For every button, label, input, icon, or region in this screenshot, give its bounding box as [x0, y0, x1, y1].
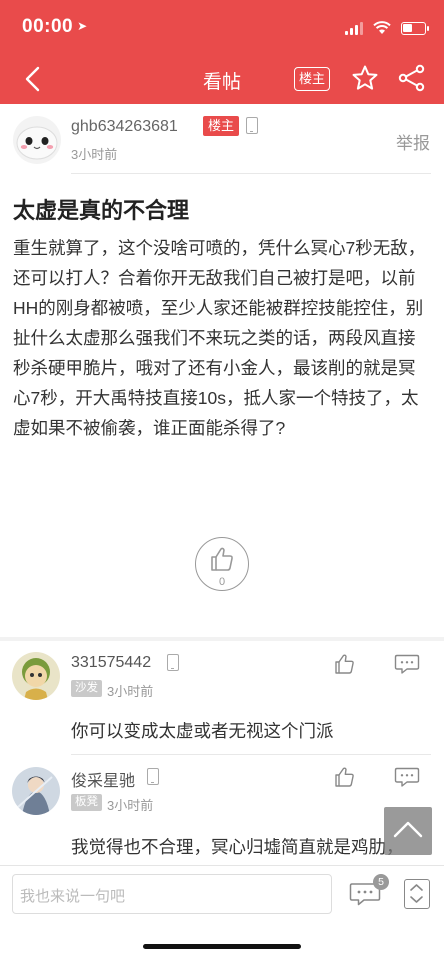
reply-bubble-icon[interactable] — [394, 766, 420, 788]
status-bar: 00:00 ➤ — [0, 0, 444, 54]
mobile-device-icon — [167, 654, 179, 671]
post-time: 3小时前 — [71, 147, 118, 162]
status-indicators — [345, 18, 429, 38]
share-icon[interactable] — [398, 64, 426, 92]
reply-bubble-icon[interactable] — [394, 653, 420, 675]
comment-text: 我觉得也不合理，冥心归墟简直就是鸡肋， — [71, 837, 404, 857]
character-avatar-icon — [12, 767, 60, 815]
comment-item: 331575442 沙发 3小时前 你可以变成太虚或者无视这个门派 — [0, 641, 444, 755]
thumbs-up-icon[interactable] — [334, 653, 356, 675]
comment-count-badge: 5 — [373, 874, 389, 890]
like-button[interactable]: 0 — [195, 537, 249, 591]
avatar[interactable] — [12, 767, 60, 815]
battery-icon — [401, 21, 429, 35]
arrow-up-icon — [393, 821, 423, 838]
reply-input[interactable]: 我也来说一句吧 — [12, 874, 332, 914]
floor-badge: 板凳 — [71, 794, 102, 811]
comment-author[interactable]: 俊采星驰 — [71, 767, 135, 791]
post-body: 重生就算了，这个没啥可喷的，凭什么冥心7秒无敌，还可以打人？合着你开无敌我们自己… — [13, 238, 426, 438]
updown-chevron-icon — [410, 884, 423, 903]
mobile-device-icon — [147, 768, 159, 785]
post-title: 太虚是真的不合理 — [13, 198, 190, 223]
star-icon[interactable] — [351, 64, 379, 92]
cellular-signal-icon — [345, 21, 363, 35]
avatar[interactable] — [12, 652, 60, 700]
op-badge: 楼主 — [203, 116, 239, 136]
back-to-top-button[interactable] — [384, 807, 432, 855]
comment-time: 3小时前 — [107, 798, 154, 813]
post-author[interactable]: ghb634263681 — [71, 118, 178, 136]
status-time: 00:00 ➤ — [22, 16, 88, 37]
comment-text: 你可以变成太虚或者无视这个门派 — [71, 721, 334, 741]
comment-author[interactable]: 331575442 — [71, 654, 151, 672]
thumbs-up-icon[interactable] — [334, 766, 356, 788]
home-indicator — [143, 944, 301, 949]
comment-time: 3小时前 — [107, 684, 154, 699]
location-arrow-icon: ➤ — [77, 19, 88, 33]
mobile-device-icon — [246, 117, 258, 134]
floor-badge: 沙发 — [71, 680, 102, 697]
only-op-button[interactable]: 楼主 — [294, 67, 330, 91]
avatar[interactable] — [13, 116, 61, 164]
cartoon-avatar-icon — [12, 652, 60, 700]
wifi-icon — [373, 21, 391, 34]
post-header: ghb634263681 楼主 3小时前 举报 — [0, 104, 444, 174]
nav-bar: 看帖 楼主 — [0, 54, 444, 104]
divider — [71, 173, 431, 174]
ghost-avatar-icon — [16, 126, 58, 160]
report-button[interactable]: 举报 — [396, 129, 430, 154]
like-count: 0 — [218, 576, 226, 588]
thumbs-up-icon — [211, 547, 233, 571]
comment-item: 俊采星驰 板凳 3小时前 我觉得也不合理，冥心归墟简直就是鸡肋， — [0, 755, 444, 865]
page-nav-button[interactable] — [404, 879, 430, 909]
